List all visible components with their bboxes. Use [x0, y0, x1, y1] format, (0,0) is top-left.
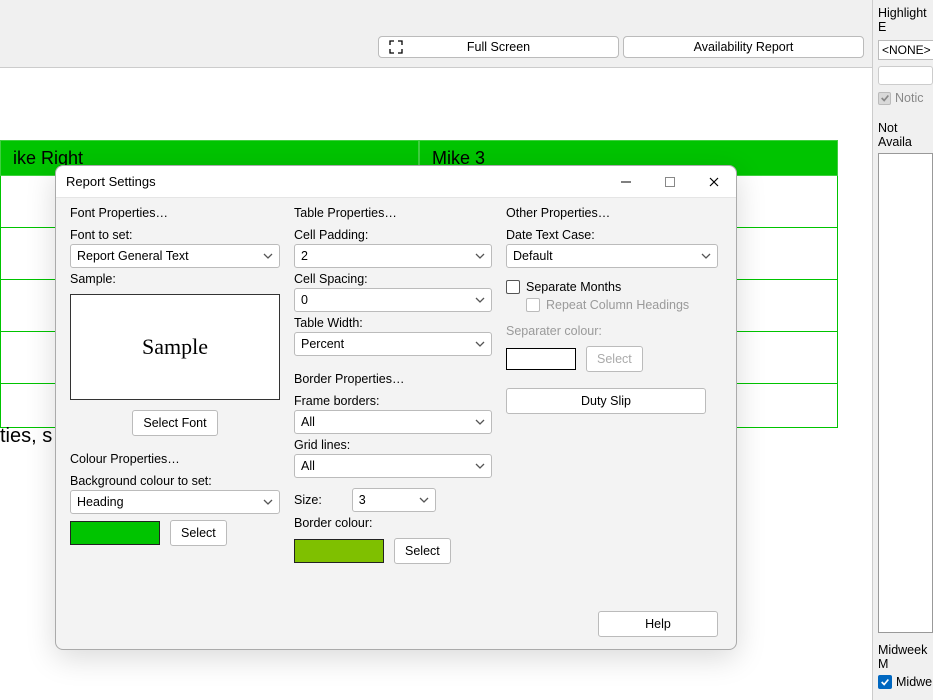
- date-text-case-value: Default: [513, 249, 553, 263]
- checkbox-icon: [506, 280, 520, 294]
- frame-borders-label: Frame borders:: [294, 394, 492, 408]
- border-colour-label: Border colour:: [294, 516, 492, 530]
- border-properties-group: Border Properties…: [294, 372, 492, 386]
- minimize-button[interactable]: [604, 166, 648, 198]
- table-width-select[interactable]: Percent: [294, 332, 492, 356]
- help-button[interactable]: Help: [598, 611, 718, 637]
- select-separator-colour-button: Select: [586, 346, 643, 372]
- font-to-set-select[interactable]: Report General Text: [70, 244, 280, 268]
- checkbox-icon: [526, 298, 540, 312]
- sample-label: Sample:: [70, 272, 280, 286]
- cell-spacing-select[interactable]: 0: [294, 288, 492, 312]
- midweek-checkbox-row: Midwe: [878, 675, 933, 689]
- chevron-down-icon: [475, 339, 485, 349]
- notice-label: Notic: [895, 91, 923, 105]
- separator-colour-swatch: [506, 348, 576, 370]
- grid-lines-select[interactable]: All: [294, 454, 492, 478]
- chevron-down-icon: [475, 417, 485, 427]
- table-width-value: Percent: [301, 337, 344, 351]
- repeat-headings-checkbox: Repeat Column Headings: [526, 298, 718, 312]
- frame-borders-select[interactable]: All: [294, 410, 492, 434]
- grid-lines-label: Grid lines:: [294, 438, 492, 452]
- chevron-down-icon: [419, 495, 429, 505]
- cell-padding-select[interactable]: 2: [294, 244, 492, 268]
- chevron-down-icon: [475, 251, 485, 261]
- highlight-label: Highlight E: [878, 6, 933, 34]
- date-text-case-label: Date Text Case:: [506, 228, 718, 242]
- toolbar: Full Screen Availability Report: [0, 0, 872, 68]
- full-screen-button[interactable]: Full Screen: [378, 36, 619, 58]
- font-to-set-label: Font to set:: [70, 228, 280, 242]
- size-select[interactable]: 3: [352, 488, 436, 512]
- checkbox-checked-icon[interactable]: [878, 675, 892, 689]
- availability-report-label: Availability Report: [694, 40, 794, 54]
- availability-report-button[interactable]: Availability Report: [623, 36, 864, 58]
- checkbox-icon[interactable]: [878, 92, 891, 105]
- select-border-colour-button[interactable]: Select: [394, 538, 451, 564]
- font-properties-group: Font Properties…: [70, 206, 280, 220]
- date-text-case-select[interactable]: Default: [506, 244, 718, 268]
- separator-colour-label: Separater colour:: [506, 324, 718, 338]
- report-settings-dialog: Report Settings Font Properties… Font to…: [55, 165, 737, 650]
- side-panel: Highlight E <NONE> Notic Not Availa Midw…: [872, 0, 933, 700]
- border-colour-swatch: [294, 539, 384, 563]
- not-available-listbox[interactable]: [878, 153, 933, 633]
- colour-properties-group: Colour Properties…: [70, 452, 280, 466]
- heading-colour-swatch: [70, 521, 160, 545]
- separate-months-label: Separate Months: [526, 280, 621, 294]
- separate-months-checkbox[interactable]: Separate Months: [506, 280, 718, 294]
- repeat-headings-label: Repeat Column Headings: [546, 298, 689, 312]
- not-available-label: Not Availa: [878, 121, 933, 149]
- close-button[interactable]: [692, 166, 736, 198]
- other-properties-group: Other Properties…: [506, 206, 718, 220]
- font-to-set-value: Report General Text: [77, 249, 189, 263]
- sample-text: Sample: [142, 334, 208, 360]
- chevron-down-icon: [475, 295, 485, 305]
- full-screen-label: Full Screen: [467, 40, 530, 54]
- select-font-button[interactable]: Select Font: [132, 410, 217, 436]
- size-value: 3: [359, 493, 366, 507]
- expand-icon: [389, 40, 403, 54]
- chevron-down-icon: [263, 497, 273, 507]
- grid-lines-value: All: [301, 459, 315, 473]
- sample-preview: Sample: [70, 294, 280, 400]
- frame-borders-value: All: [301, 415, 315, 429]
- cell-padding-label: Cell Padding:: [294, 228, 492, 242]
- cell-padding-value: 2: [301, 249, 308, 263]
- cell-spacing-value: 0: [301, 293, 308, 307]
- chevron-down-icon: [701, 251, 711, 261]
- highlight-select[interactable]: <NONE>: [878, 40, 933, 60]
- cell-spacing-label: Cell Spacing:: [294, 272, 492, 286]
- titlebar: Report Settings: [56, 166, 736, 198]
- duty-slip-button[interactable]: Duty Slip: [506, 388, 706, 414]
- midweek-item-label: Midwe: [896, 675, 932, 689]
- stub-button[interactable]: [878, 66, 933, 85]
- midweek-label: Midweek M: [878, 643, 933, 671]
- chevron-down-icon: [475, 461, 485, 471]
- maximize-button[interactable]: [648, 166, 692, 198]
- table-properties-group: Table Properties…: [294, 206, 492, 220]
- bg-colour-label: Background colour to set:: [70, 474, 280, 488]
- dialog-title: Report Settings: [66, 174, 156, 189]
- table-width-label: Table Width:: [294, 316, 492, 330]
- size-label: Size:: [294, 493, 322, 507]
- bg-colour-value: Heading: [77, 495, 124, 509]
- notice-checkbox-row: Notic: [878, 91, 933, 105]
- select-bg-colour-button[interactable]: Select: [170, 520, 227, 546]
- bg-colour-select[interactable]: Heading: [70, 490, 280, 514]
- chevron-down-icon: [263, 251, 273, 261]
- background-text: ties, s: [0, 425, 52, 448]
